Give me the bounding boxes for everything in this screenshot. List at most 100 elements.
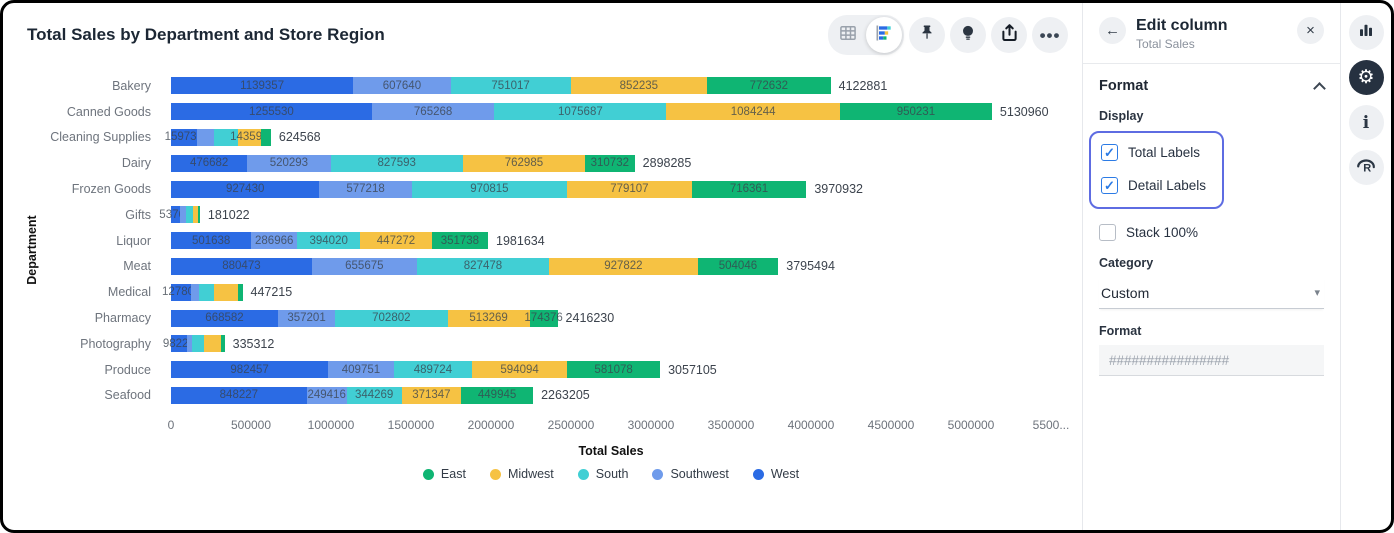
detail-label: 655675 bbox=[345, 260, 383, 272]
bar-segment-southwest[interactable]: 577218 bbox=[319, 181, 411, 198]
checkbox-stack-100[interactable]: ✓ Stack 100% bbox=[1099, 224, 1324, 241]
legend-item-west[interactable]: West bbox=[753, 467, 799, 481]
bar-segment-east[interactable] bbox=[221, 335, 225, 352]
bar-segment-midwest[interactable]: 779107 bbox=[567, 181, 692, 198]
category-label: Dairy bbox=[23, 156, 165, 170]
legend-item-east[interactable]: East bbox=[423, 467, 466, 481]
legend-item-midwest[interactable]: Midwest bbox=[490, 467, 554, 481]
detail-label: 581078 bbox=[594, 364, 632, 376]
bar-segment-south[interactable]: 394020 bbox=[297, 232, 360, 249]
checkbox-total-labels[interactable]: ✓ Total Labels bbox=[1101, 144, 1206, 161]
legend-item-southwest[interactable]: Southwest bbox=[652, 467, 728, 481]
bar-segment-midwest[interactable]: 513269 bbox=[448, 310, 530, 327]
bar-segment-west[interactable]: 668582 bbox=[171, 310, 278, 327]
bar-segment-southwest[interactable]: 655675 bbox=[312, 258, 417, 275]
bar-segment-west[interactable]: 848227 bbox=[171, 387, 307, 404]
bar-segment-midwest[interactable] bbox=[214, 284, 238, 301]
checkbox-detail-labels[interactable]: ✓ Detail Labels bbox=[1101, 177, 1206, 194]
bar-segment-midwest[interactable]: 447272 bbox=[360, 232, 432, 249]
bar-segment-east[interactable]: 310732 bbox=[585, 155, 635, 172]
close-button[interactable]: × bbox=[1297, 17, 1324, 44]
bar-segment-southwest[interactable]: 520293 bbox=[247, 155, 330, 172]
chart-view-button[interactable] bbox=[866, 17, 902, 53]
bar-segment-east[interactable]: 716361 bbox=[692, 181, 807, 198]
bar-segment-west[interactable]: 127807 bbox=[171, 284, 191, 301]
bar-segment-west[interactable]: 880473 bbox=[171, 258, 312, 275]
stacked-bar: 5016382869663940204472723517381981634 bbox=[171, 232, 545, 249]
bar-segment-midwest[interactable]: 927822 bbox=[549, 258, 697, 275]
bar-segment-south[interactable]: 827478 bbox=[417, 258, 549, 275]
bar-segment-southwest[interactable]: 249416 bbox=[307, 387, 347, 404]
detail-label: 174376 bbox=[524, 312, 562, 324]
explore-button[interactable] bbox=[950, 17, 986, 53]
chevron-down-icon: ▾ bbox=[1314, 286, 1324, 299]
bar-segment-midwest[interactable]: 143592 bbox=[238, 129, 261, 146]
more-button[interactable]: ••• bbox=[1032, 17, 1068, 53]
bar-segment-midwest[interactable]: 594094 bbox=[472, 361, 567, 378]
format-input[interactable] bbox=[1099, 345, 1324, 376]
rail-settings-button[interactable]: ⚙ bbox=[1349, 60, 1384, 95]
bar-segment-west[interactable]: 927430 bbox=[171, 181, 319, 198]
stacked-bar: 9824574097514897245940945810783057105 bbox=[171, 361, 717, 378]
bar-segment-east[interactable]: 950231 bbox=[840, 103, 992, 120]
bar-segment-midwest[interactable]: 762985 bbox=[463, 155, 585, 172]
bar-segment-east[interactable] bbox=[198, 206, 199, 223]
bar-segment-west[interactable]: 1139357 bbox=[171, 77, 353, 94]
bar-segment-south[interactable] bbox=[192, 335, 205, 352]
category-dropdown[interactable]: Custom ▾ bbox=[1099, 277, 1324, 309]
category-value: Custom bbox=[1099, 285, 1149, 301]
format-section-header[interactable]: Format bbox=[1099, 78, 1324, 94]
bar-segment-southwest[interactable]: 607640 bbox=[353, 77, 450, 94]
bar-segment-south[interactable]: 751017 bbox=[451, 77, 571, 94]
bar-segment-south[interactable]: 970815 bbox=[412, 181, 567, 198]
rail-chart-button[interactable] bbox=[1349, 15, 1384, 50]
bar-segment-east[interactable]: 449945 bbox=[461, 387, 533, 404]
bar-segment-east[interactable]: 772632 bbox=[707, 77, 831, 94]
x-tick: 5000000 bbox=[948, 418, 995, 432]
bar-segment-midwest[interactable]: 371347 bbox=[402, 387, 461, 404]
rail-r-logo-button[interactable]: R bbox=[1349, 150, 1384, 185]
pin-button[interactable] bbox=[909, 17, 945, 53]
legend-label: Southwest bbox=[670, 467, 728, 481]
bar-segment-south[interactable] bbox=[186, 206, 193, 223]
category-label: Meat bbox=[23, 259, 165, 273]
lightbulb-icon bbox=[958, 23, 978, 48]
bar-segment-west[interactable]: 501638 bbox=[171, 232, 251, 249]
table-view-button[interactable] bbox=[830, 17, 866, 53]
category-label: Seafood bbox=[23, 388, 165, 402]
bar-segment-south[interactable]: 827593 bbox=[331, 155, 463, 172]
bar-segment-west[interactable]: 159738 bbox=[171, 129, 197, 146]
bar-segment-south[interactable]: 344269 bbox=[347, 387, 402, 404]
bar-segment-southwest[interactable]: 409751 bbox=[328, 361, 394, 378]
bar-segment-east[interactable]: 504046 bbox=[698, 258, 779, 275]
legend-item-south[interactable]: South bbox=[578, 467, 629, 481]
back-button[interactable]: ← bbox=[1099, 17, 1126, 44]
chart-row: Meat880473655675827478927822504046379549… bbox=[23, 254, 1072, 280]
bar-segment-midwest[interactable]: 852235 bbox=[571, 77, 707, 94]
bar-segment-southwest[interactable] bbox=[191, 284, 198, 301]
bar-segment-west[interactable]: 53763 bbox=[171, 206, 180, 223]
bar-segment-south[interactable] bbox=[199, 284, 215, 301]
bar-segment-south[interactable]: 1075687 bbox=[494, 103, 666, 120]
bar-segment-west[interactable]: 982457 bbox=[171, 361, 328, 378]
bar-segment-west[interactable]: 1255530 bbox=[171, 103, 372, 120]
bar-segment-east[interactable]: 581078 bbox=[567, 361, 660, 378]
bar-segment-south[interactable]: 702802 bbox=[335, 310, 447, 327]
detail-label: 249416 bbox=[307, 389, 345, 401]
chevron-up-icon bbox=[1313, 82, 1326, 95]
bar-segment-east[interactable]: 174376 bbox=[530, 310, 558, 327]
rail-info-button[interactable]: i bbox=[1349, 105, 1384, 140]
bar-segment-east[interactable] bbox=[261, 129, 271, 146]
bar-segment-west[interactable]: 98221 bbox=[171, 335, 187, 352]
bar-segment-southwest[interactable]: 357201 bbox=[278, 310, 335, 327]
bar-segment-west[interactable]: 476682 bbox=[171, 155, 247, 172]
bar-segment-southwest[interactable]: 765268 bbox=[372, 103, 494, 120]
share-button[interactable] bbox=[991, 17, 1027, 53]
bar-segment-east[interactable]: 351738 bbox=[432, 232, 488, 249]
bar-segment-midwest[interactable]: 1084244 bbox=[666, 103, 839, 120]
bar-segment-midwest[interactable] bbox=[204, 335, 221, 352]
bar-segment-southwest[interactable]: 286966 bbox=[251, 232, 297, 249]
bar-segment-southwest[interactable] bbox=[197, 129, 215, 146]
bar-segment-east[interactable] bbox=[238, 284, 243, 301]
bar-segment-south[interactable]: 489724 bbox=[394, 361, 472, 378]
